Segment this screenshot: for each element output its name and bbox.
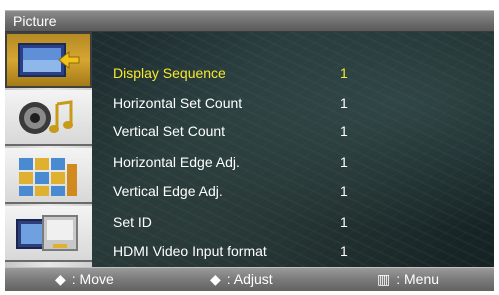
hint-adjust: ◆ : Adjust — [210, 271, 273, 288]
setup-icon — [19, 158, 77, 196]
menu-item-value: 1 — [340, 243, 348, 259]
menu-item-value: 1 — [340, 123, 348, 139]
hint-move-label: : Move — [71, 271, 114, 287]
menu-item-display-sequence[interactable]: Display Sequence 1 — [113, 63, 493, 83]
menu-item-value: 1 — [340, 154, 348, 170]
menu-item-label: Horizontal Set Count — [113, 95, 243, 111]
left-right-arrow-icon: ◆ — [210, 271, 221, 287]
title-bar: Picture — [5, 10, 494, 32]
menu-item-value: 1 — [340, 214, 348, 230]
menu-item-label: Set ID — [113, 214, 152, 230]
up-down-arrow-icon: ◆ — [55, 271, 66, 287]
sidebar — [5, 32, 92, 267]
sidebar-tab-picture[interactable] — [5, 32, 92, 88]
menu-icon: ▥ — [377, 271, 391, 287]
multi-control-icon — [16, 215, 78, 251]
menu-item-value: 1 — [340, 95, 348, 111]
hint-move: ◆ : Move — [55, 271, 114, 288]
menu-item-set-id[interactable]: Set ID 1 — [113, 212, 493, 232]
window-title: Picture — [13, 13, 57, 29]
hint-menu-label: : Menu — [396, 271, 440, 287]
menu-item-hdmi-video-input-format[interactable]: HDMI Video Input format 1 — [113, 241, 493, 261]
sidebar-tab-sound[interactable] — [5, 90, 92, 146]
picture-icon — [18, 43, 80, 77]
menu-item-label: Display Sequence — [113, 65, 226, 81]
osd-menu: Picture Display Sequence 1 Horizontal Se… — [0, 0, 499, 295]
menu-item-value: 1 — [340, 183, 348, 199]
sound-icon — [19, 100, 73, 134]
menu-item-horizontal-set-count[interactable]: Horizontal Set Count 1 — [113, 93, 493, 113]
hint-menu: ▥ : Menu — [377, 271, 439, 288]
menu-item-label: HDMI Video Input format — [113, 243, 267, 259]
menu-item-label: Vertical Set Count — [113, 123, 226, 139]
menu-item-vertical-edge-adj[interactable]: Vertical Edge Adj. 1 — [113, 181, 493, 201]
menu-item-value: 1 — [340, 65, 348, 81]
hint-adjust-label: : Adjust — [226, 271, 273, 287]
menu-panel: Display Sequence 1 Horizontal Set Count … — [5, 32, 494, 267]
sidebar-tab-multi-control[interactable] — [5, 206, 92, 262]
menu-item-vertical-set-count[interactable]: Vertical Set Count 1 — [113, 121, 493, 141]
menu-item-horizontal-edge-adj[interactable]: Horizontal Edge Adj. 1 — [113, 152, 493, 172]
footer-hints: ◆ : Move ◆ : Adjust ▥ : Menu — [5, 267, 494, 291]
menu-item-label: Horizontal Edge Adj. — [113, 154, 240, 170]
menu-item-label: Vertical Edge Adj. — [113, 183, 223, 199]
sidebar-tab-setup[interactable] — [5, 148, 92, 204]
